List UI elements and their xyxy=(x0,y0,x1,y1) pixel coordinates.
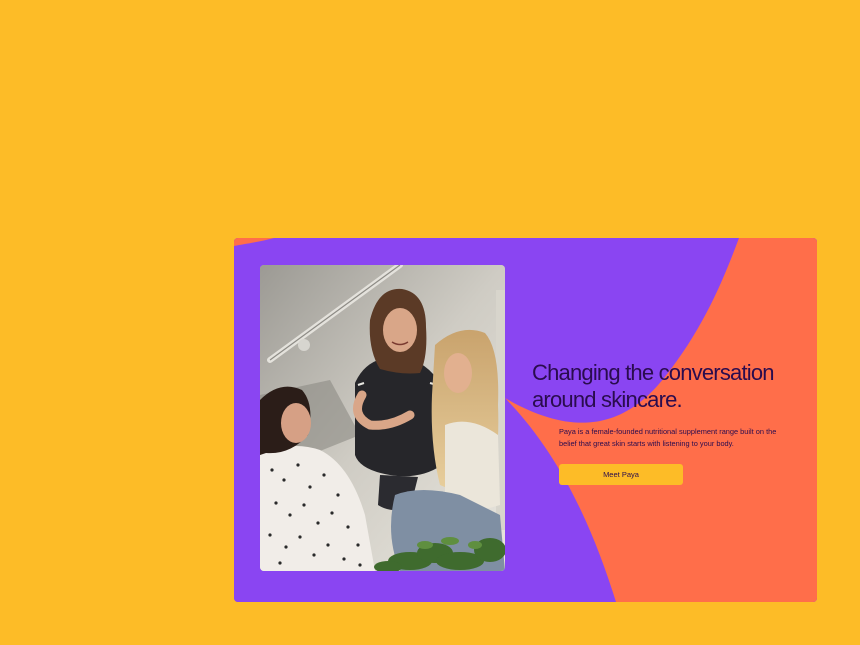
hero-card: Changing the conversation around skincar… xyxy=(234,238,817,602)
hero-headline: Changing the conversation around skincar… xyxy=(532,360,775,412)
hero-description: Paya is a female-founded nutritional sup… xyxy=(559,427,777,448)
hero-photo xyxy=(260,265,505,571)
meet-paya-button[interactable]: Meet Paya xyxy=(559,464,683,485)
page-canvas: Changing the conversation around skincar… xyxy=(0,0,860,645)
hero-photo-image xyxy=(260,265,505,571)
